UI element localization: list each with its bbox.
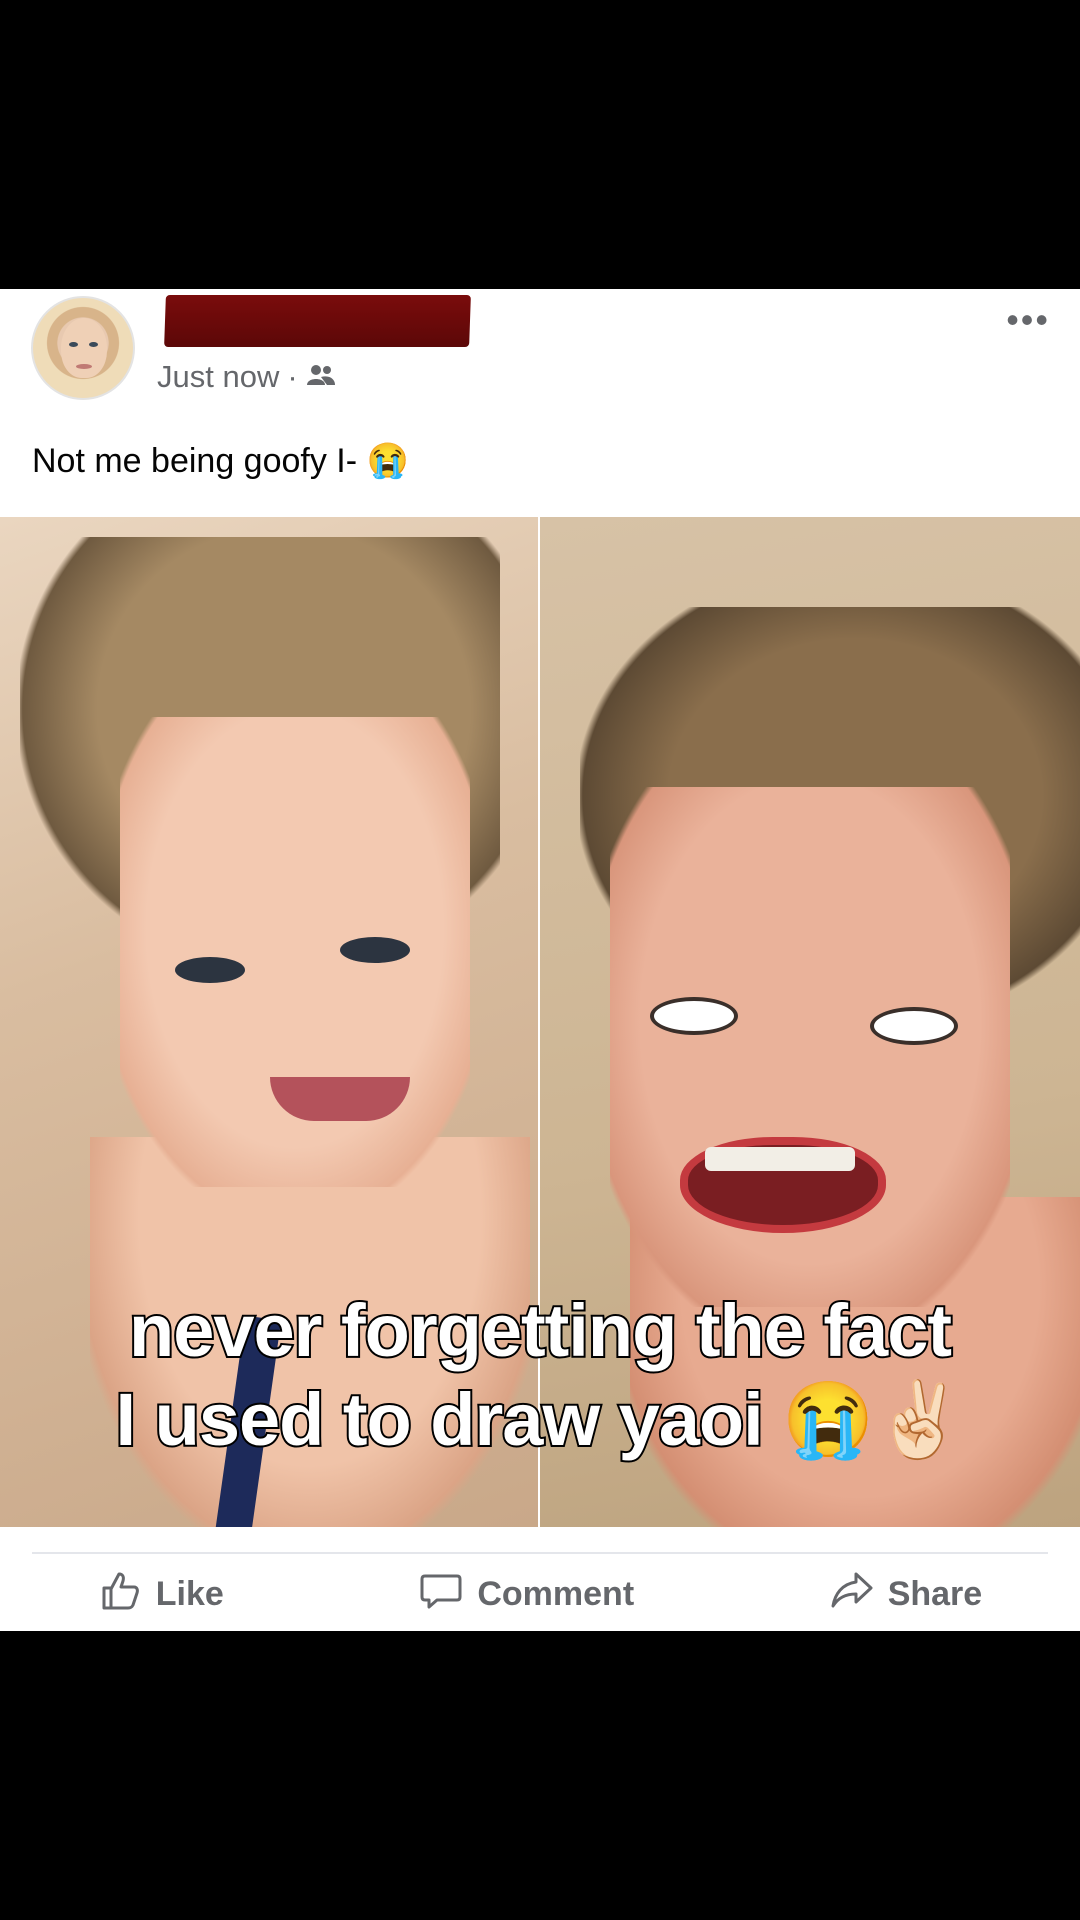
meta-separator: · <box>287 359 298 394</box>
overlay-line-2: I used to draw yaoi 😭✌🏻 <box>114 1376 968 1463</box>
avatar-lips <box>76 364 92 369</box>
share-button[interactable]: Share <box>830 1568 983 1621</box>
post-timestamp[interactable]: Just now <box>157 359 279 395</box>
more-options-button[interactable]: ••• <box>1006 299 1050 341</box>
avatar-face <box>61 318 107 378</box>
overlay-line-1: never forgetting the fact <box>127 1287 954 1374</box>
friends-icon <box>306 359 336 395</box>
photo-right-eye <box>870 1007 958 1045</box>
post-action-bar: Like Comment Share <box>0 1557 1080 1631</box>
post-meta: Just now · <box>157 359 336 395</box>
photo-left-smile <box>270 1077 410 1121</box>
video-text-overlay: never forgetting the fact I used to draw… <box>0 1287 1080 1465</box>
author-name-redacted <box>164 295 471 347</box>
share-arrow-icon <box>830 1568 874 1621</box>
post-photo-collage[interactable]: never forgetting the fact I used to draw… <box>0 517 1080 1527</box>
author-avatar[interactable] <box>31 296 135 400</box>
facebook-post-card: Just now · ••• Not me being goofy I- 😭 n… <box>0 289 1080 1631</box>
share-label: Share <box>887 1574 983 1613</box>
comment-button[interactable]: Comment <box>419 1568 634 1621</box>
photo-left-eye <box>175 957 245 983</box>
like-button[interactable]: Like <box>98 1568 224 1621</box>
post-caption: Not me being goofy I- 😭 <box>32 441 409 481</box>
action-bar-divider <box>32 1552 1048 1554</box>
crying-emoji: 😭 <box>366 442 409 480</box>
avatar-eye-left <box>69 342 78 347</box>
photo-left-eye <box>340 937 410 963</box>
like-label: Like <box>155 1574 224 1613</box>
thumbs-up-icon <box>98 1568 142 1621</box>
caption-text: Not me being goofy I- <box>32 442 358 480</box>
avatar-eye-right <box>89 342 98 347</box>
comment-bubble-icon <box>419 1568 463 1621</box>
comment-label: Comment <box>477 1574 635 1613</box>
photo-right-eye <box>650 997 738 1035</box>
photo-right-teeth <box>705 1147 855 1171</box>
